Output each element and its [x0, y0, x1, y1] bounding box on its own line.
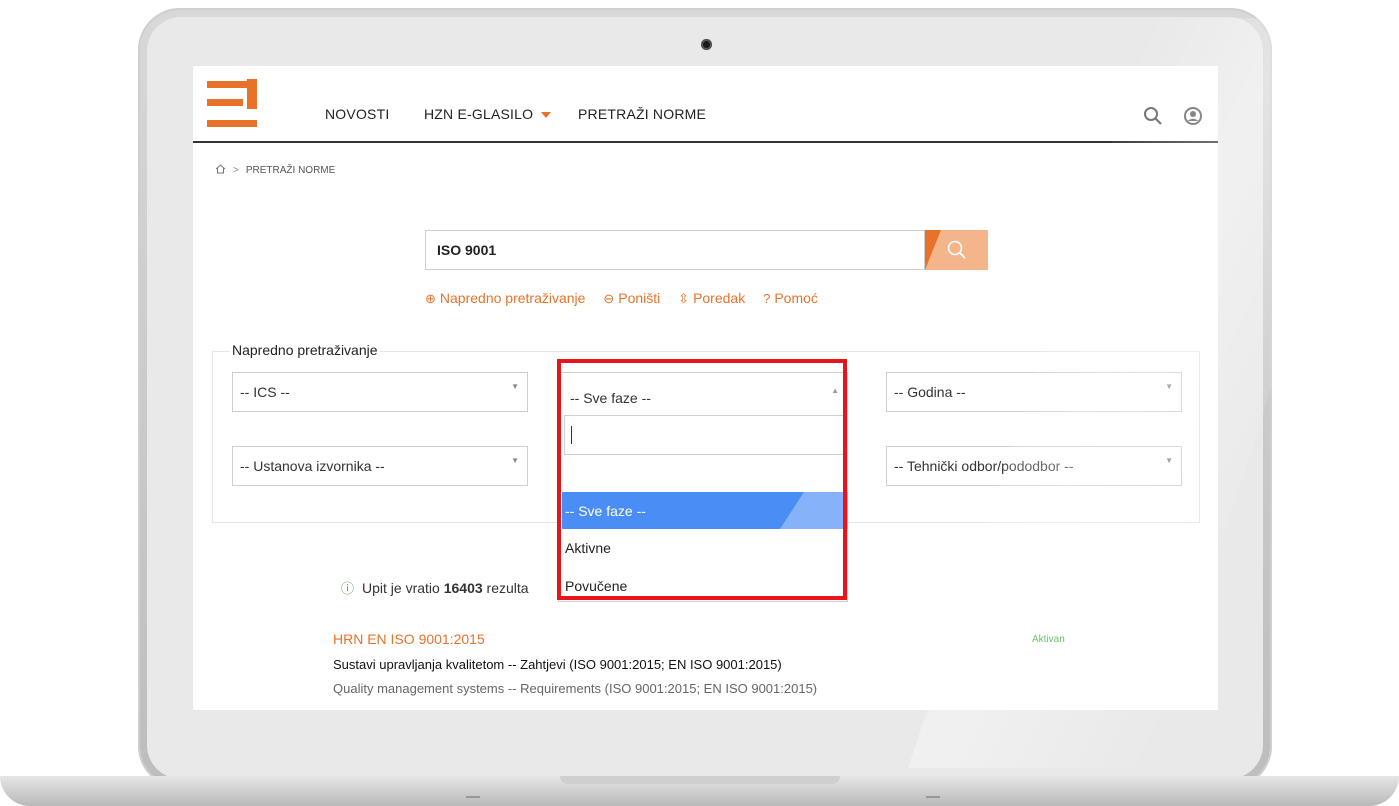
search-icon [947, 240, 966, 259]
result-count-info: ⓘ Upit je vratio 16403 rezulta [341, 578, 529, 597]
nav-hzn-e-glasilo-label: HZN E-GLASILO [424, 106, 534, 122]
zoom-in-icon: ⊕ [425, 291, 436, 306]
committee-select-value: -- Tehnički odbor/pododbor -- [894, 458, 1074, 474]
phase-option-label: Povučene [565, 578, 628, 594]
year-select-value: -- Godina -- [894, 384, 966, 400]
advanced-search-label: Napredno pretraživanje [439, 290, 586, 306]
browser-screen: NOVOSTI HZN E-GLASILO PRETRAŽI NORME > PR… [193, 66, 1218, 710]
phase-option-withdrawn[interactable]: Povučene [562, 567, 848, 604]
chevron-up-icon: ▲ [831, 386, 839, 395]
sort-icon: ⇳ [678, 291, 690, 306]
ics-select-value: -- ICS -- [240, 384, 290, 400]
phase-option-all[interactable]: -- Sve faze -- [562, 492, 848, 529]
search-button[interactable] [925, 230, 988, 270]
site-header: NOVOSTI HZN E-GLASILO PRETRAŽI NORME [193, 66, 1218, 143]
site-logo[interactable] [207, 79, 259, 129]
search-input-value: ISO 9001 [437, 242, 497, 258]
info-icon: ⓘ [341, 581, 355, 596]
status-badge: Aktivan [1032, 634, 1065, 645]
sort-label: Poredak [693, 290, 746, 306]
result-title-hr: Sustavi upravljanja kvalitetom -- Zahtje… [333, 657, 782, 672]
help-link[interactable]: ? Pomoć [763, 290, 818, 306]
user-icon[interactable] [1183, 106, 1203, 126]
laptop-notch [560, 776, 840, 784]
result-info-prefix: Upit je vratio [362, 580, 440, 596]
institution-select[interactable]: -- Ustanova izvornika -- ▼ [232, 446, 528, 486]
chevron-down-icon: ▼ [1165, 382, 1173, 391]
help-label: Pomoć [774, 290, 818, 306]
institution-select-value: -- Ustanova izvornika -- [240, 458, 385, 474]
advanced-search-link[interactable]: ⊕ Napredno pretraživanje [425, 290, 585, 306]
phase-select[interactable]: -- Sve faze -- ▲ [567, 379, 843, 419]
phase-option-label: Aktivne [565, 540, 611, 556]
search-options: ⊕ Napredno pretraživanje ⊖ Poništi ⇳ Poreda… [425, 290, 832, 307]
chevron-down-icon: ▼ [511, 382, 519, 391]
advanced-search-legend: Napredno pretraživanje [230, 342, 380, 358]
breadcrumb-separator: > [233, 165, 239, 176]
help-icon: ? [763, 291, 771, 306]
chevron-down-icon: ▼ [1165, 456, 1173, 465]
result-title-link[interactable]: HRN EN ISO 9001:2015 [333, 631, 485, 647]
phase-option-label: -- Sve faze -- [565, 503, 646, 519]
zoom-out-icon: ⊖ [603, 291, 615, 306]
ics-select[interactable]: -- ICS -- ▼ [232, 372, 528, 412]
text-cursor [571, 426, 572, 444]
committee-select[interactable]: -- Tehnički odbor/pododbor -- ▼ [886, 446, 1182, 486]
search-icon[interactable] [1143, 106, 1163, 126]
year-select[interactable]: -- Godina -- ▼ [886, 372, 1182, 412]
reset-label: Poništi [618, 290, 661, 306]
reset-link[interactable]: ⊖ Poništi [603, 290, 660, 306]
home-icon[interactable] [215, 164, 226, 174]
result-count: 16403 [443, 580, 483, 596]
chevron-down-icon [541, 112, 552, 119]
nav-hzn-e-glasilo[interactable]: HZN E-GLASILO [424, 106, 552, 122]
phase-select-value: -- Sve faze -- [570, 390, 651, 406]
breadcrumb-current: PRETRAŽI NORME [245, 165, 336, 176]
nav-novosti[interactable]: NOVOSTI [325, 106, 389, 122]
laptop-foot [926, 796, 940, 798]
sort-link[interactable]: ⇳ Poredak [678, 290, 745, 306]
result-info-suffix: rezulta [486, 580, 529, 596]
breadcrumb: > PRETRAŽI NORME [215, 164, 335, 176]
chevron-down-icon: ▼ [511, 456, 519, 465]
phase-search-input[interactable] [564, 415, 844, 455]
nav-pretrazi-norme[interactable]: PRETRAŽI NORME [578, 106, 706, 122]
phase-option-active[interactable]: Aktivne [562, 529, 848, 566]
webcam [701, 39, 712, 50]
laptop-foot [466, 796, 480, 798]
result-title-en: Quality management systems -- Requiremen… [333, 681, 818, 696]
search-input[interactable]: ISO 9001 [425, 230, 925, 270]
phase-dropdown: -- Sve faze -- ▲ -- Sve faze -- Aktivne … [558, 372, 848, 602]
